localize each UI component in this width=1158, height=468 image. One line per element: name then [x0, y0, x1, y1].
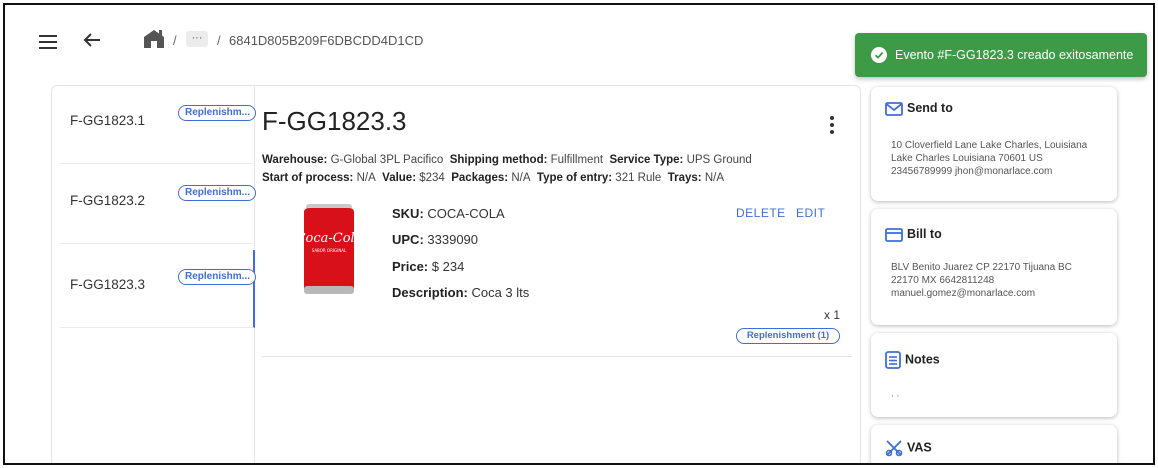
order-name: F-GG1823.3	[70, 277, 146, 292]
breadcrumb-separator: /	[217, 33, 221, 48]
order-list: F-GG1823.1 Replenishm... F-GG1823.2 Repl…	[60, 86, 256, 463]
order-list-item[interactable]: F-GG1823.1 Replenishm...	[60, 86, 256, 164]
order-name: F-GG1823.1	[70, 113, 146, 128]
success-toast: Evento #F-GG1823.3 creado exitosamente	[855, 33, 1147, 77]
order-panel: F-GG1823.1 Replenishm... F-GG1823.2 Repl…	[51, 85, 861, 463]
replenishment-chip: Replenishm...	[178, 105, 256, 121]
breadcrumb-current: 6841D805B209F6DBCDD4D1CD	[229, 33, 424, 48]
replenishment-chip: Replenishm...	[178, 185, 256, 201]
product-description: Description: Coca 3 lts	[392, 285, 530, 300]
check-circle-icon	[871, 47, 887, 63]
delete-button[interactable]: DELETE	[736, 206, 786, 220]
order-list-item-selected[interactable]: F-GG1823.3 Replenishm...	[60, 250, 256, 328]
divider	[262, 356, 852, 357]
replenishment-chip: Replenishm...	[178, 269, 256, 285]
breadcrumb-separator: /	[173, 33, 177, 48]
notes-card: Notes , ,	[871, 333, 1117, 417]
mail-icon	[885, 101, 903, 116]
notes-icon	[885, 351, 901, 369]
product-upc: UPC: 3339090	[392, 232, 479, 247]
product-sku: SKU: COCA-COLA	[392, 206, 505, 221]
product-quantity: x 1	[824, 308, 841, 322]
product-logo-subtext: SABOR ORIGINAL	[312, 248, 347, 253]
breadcrumb-more-button[interactable]: ···	[186, 31, 208, 47]
send-to-address: 10 Cloverfield Lane Lake Charles, Louisi…	[891, 140, 1088, 177]
notes-body: , ,	[891, 388, 900, 399]
hamburger-menu-icon[interactable]	[39, 35, 57, 49]
app-frame: / ··· / 6841D805B209F6DBCDD4D1CD Evento …	[3, 3, 1155, 465]
toast-message: Evento #F-GG1823.3 creado exitosamente	[895, 48, 1134, 62]
order-title: F-GG1823.3	[262, 106, 407, 136]
bill-to-card: Bill to BLV Benito Juarez CP 22170 Tijua…	[871, 209, 1117, 325]
notes-title: Notes	[885, 351, 940, 369]
credit-card-icon	[885, 227, 903, 242]
send-to-title: Send to	[885, 101, 953, 116]
more-options-icon[interactable]	[826, 114, 838, 136]
order-list-item[interactable]: F-GG1823.2 Replenishm...	[60, 166, 256, 244]
back-arrow-icon[interactable]	[81, 29, 103, 51]
vas-card: VAS	[871, 425, 1117, 463]
product-logo-text: Coca-Cola	[300, 231, 358, 246]
product-price: Price: $ 234	[392, 259, 465, 274]
top-bar: / ··· / 6841D805B209F6DBCDD4D1CD Evento …	[5, 5, 1153, 81]
order-detail: F-GG1823.3 Warehouse: G-Global 3PL Pacif…	[262, 86, 852, 463]
replenishment-count-chip: Replenishment (1)	[736, 328, 840, 344]
edit-button[interactable]: EDIT	[796, 206, 825, 220]
bill-to-address: BLV Benito Juarez CP 22170 Tijuana BC 22…	[891, 262, 1072, 299]
home-icon[interactable]	[143, 29, 165, 49]
order-name: F-GG1823.2	[70, 193, 146, 208]
bill-to-title: Bill to	[885, 227, 942, 242]
product-image: Coca-Cola SABOR ORIGINAL	[300, 204, 358, 294]
vas-title: VAS	[885, 439, 932, 457]
vas-icon	[885, 440, 903, 457]
send-to-card: Send to 10 Cloverfield Lane Lake Charles…	[871, 87, 1117, 201]
order-meta-line-2: Start of process: N/A Value: $234 Packag…	[262, 172, 724, 184]
order-meta-line-1: Warehouse: G-Global 3PL Pacifico Shippin…	[262, 154, 752, 166]
